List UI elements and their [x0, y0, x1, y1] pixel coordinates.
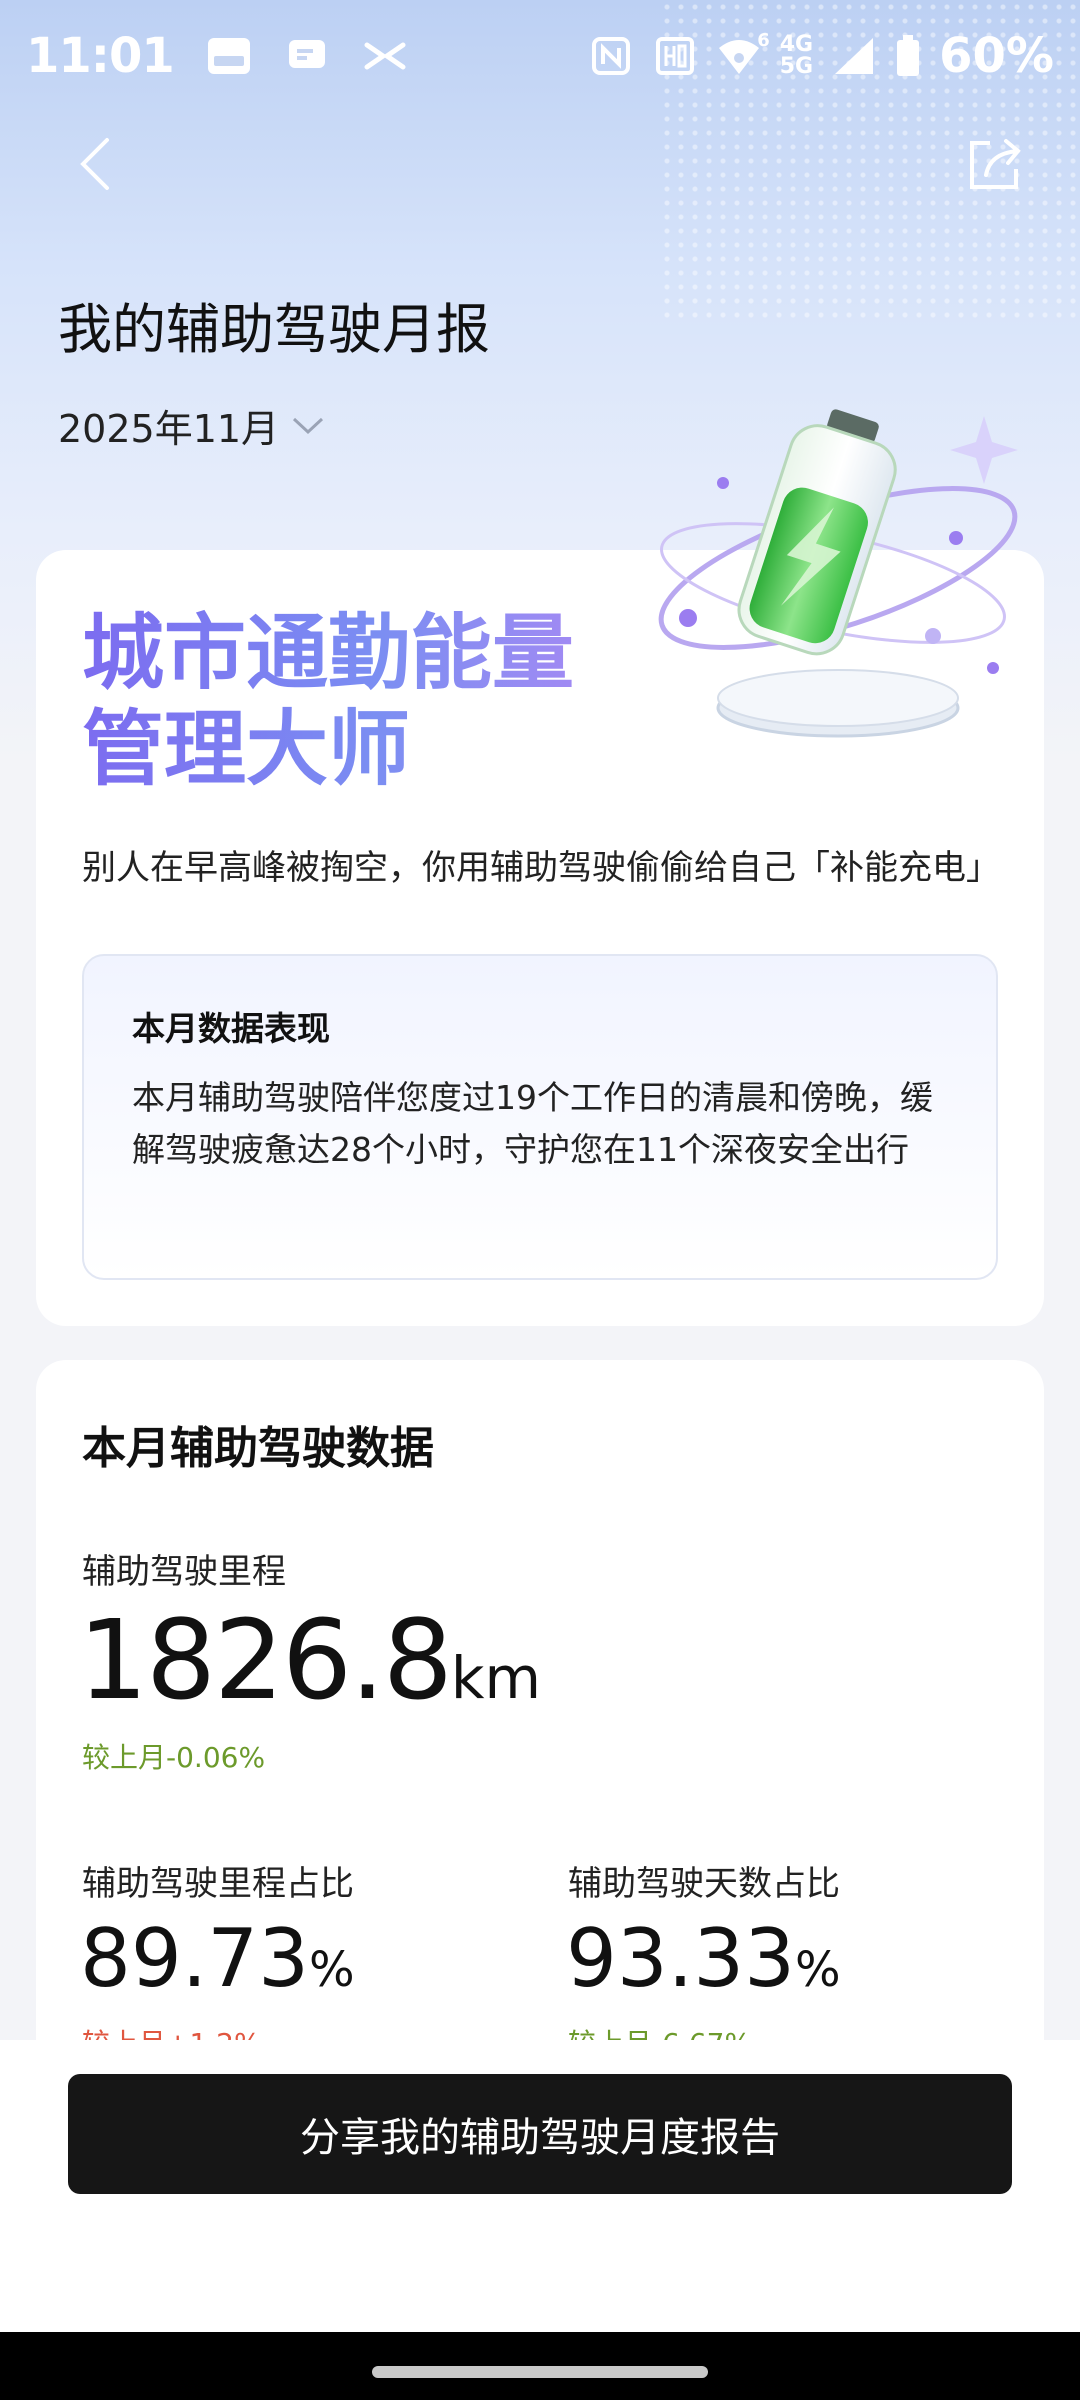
- status-right: 6 4G 5G 60%: [588, 28, 1054, 84]
- share-nav-button[interactable]: [960, 129, 1030, 199]
- status-left: 11:01: [26, 28, 408, 84]
- page-title: 我的辅助驾驶月报: [58, 298, 490, 361]
- days-ratio-unit: %: [795, 1942, 841, 1998]
- app-icon: [362, 36, 408, 76]
- share-icon: [970, 139, 1021, 189]
- stats-title: 本月辅助驾驶数据: [82, 1423, 434, 1474]
- days-ratio-label: 辅助驾驶天数占比: [568, 1864, 840, 1904]
- chevron-down-icon: [293, 417, 324, 434]
- network-5g: 5G: [779, 54, 814, 79]
- battery-percent: 60%: [939, 28, 1054, 84]
- headline: 城市通勤能量 管理大师: [82, 606, 574, 798]
- status-bar: 11:01 6 4G 5G 60%: [0, 0, 1080, 112]
- wifi-icon: 6: [716, 30, 770, 76]
- headline-line-1: 城市通勤能量: [82, 606, 575, 701]
- back-button[interactable]: [60, 129, 130, 199]
- mileage-label: 辅助驾驶里程: [82, 1552, 286, 1592]
- home-indicator[interactable]: [372, 2366, 708, 2378]
- hd-icon: [652, 36, 698, 76]
- share-report-button[interactable]: 分享我的辅助驾驶月度报告: [68, 2074, 1012, 2194]
- monthly-data-box: 本月数据表现 本月辅助驾驶陪伴您度过19个工作日的清晨和傍晚，缓解驾驶疲惫达28…: [82, 954, 998, 1280]
- mileage-ratio-unit: %: [309, 1942, 355, 1998]
- data-box-title: 本月数据表现: [132, 1009, 330, 1048]
- bottom-share-area: 分享我的辅助驾驶月度报告: [0, 2040, 1080, 2332]
- battery-icon: [895, 35, 921, 76]
- days-ratio-number: 93.33: [566, 1912, 796, 2005]
- mileage-ratio-value: 89.73%: [80, 1912, 355, 2005]
- month-label: 2025年11月: [58, 407, 280, 451]
- signal-icon: [831, 36, 877, 76]
- mileage-delta: 较上月-0.06%: [82, 1741, 266, 1774]
- chevron-left-icon: [80, 138, 109, 190]
- mileage-number: 1826.8: [78, 1596, 453, 1724]
- network-type: 4G 5G: [780, 34, 813, 78]
- wifi-badge: 6: [757, 30, 770, 51]
- data-box-text: 本月辅助驾驶陪伴您度过19个工作日的清晨和傍晚，缓解驾驶疲惫达28个小时，守护您…: [132, 1078, 933, 1169]
- days-ratio-value: 93.33%: [566, 1912, 841, 2005]
- month-selector[interactable]: 2025年11月: [58, 398, 325, 453]
- message-icon: [284, 36, 330, 76]
- stats-card: 本月辅助驾驶数据 辅助驾驶里程 1826.8km 较上月-0.06% 辅助驾驶里…: [36, 1360, 1044, 2060]
- wallet-icon: [206, 36, 252, 76]
- summary-subtitle: 别人在早高峰被掏空，你用辅助驾驶偷偷给自己「补能充电」: [82, 848, 1000, 888]
- gesture-navigation-bar: [0, 2332, 1080, 2400]
- mileage-unit: km: [450, 1644, 541, 1712]
- battery-illustration: [658, 409, 1018, 738]
- headline-line-2: 管理大师: [82, 702, 411, 797]
- nav-bar: [0, 112, 1080, 216]
- mileage-ratio-number: 89.73: [80, 1912, 310, 2005]
- nfc-icon: [588, 36, 634, 76]
- mileage-ratio-label: 辅助驾驶里程占比: [82, 1864, 354, 1904]
- status-time: 11:01: [26, 28, 175, 84]
- mileage-value: 1826.8km: [78, 1596, 541, 1724]
